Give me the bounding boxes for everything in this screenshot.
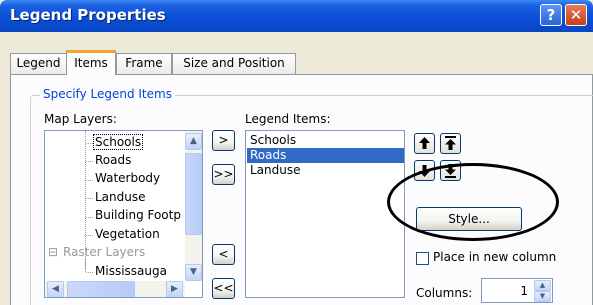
- place-in-new-column-checkbox[interactable]: [416, 252, 429, 265]
- style-button[interactable]: Style...: [416, 207, 522, 231]
- tree-connector-line: [85, 259, 86, 272]
- map-layers-label: Map Layers:: [44, 112, 117, 126]
- add-layer-label: >: [218, 133, 229, 147]
- scroll-up-icon: ▲: [190, 136, 197, 146]
- tab-frame-label: Frame: [125, 56, 163, 70]
- columns-decrement-button[interactable]: ▼: [534, 291, 551, 302]
- remove-all-layers-label: <<: [213, 281, 234, 295]
- decrement-icon: ▼: [539, 292, 546, 300]
- layer-item-mississauga[interactable]: Mississauga: [95, 264, 167, 278]
- scroll-thumb[interactable]: [185, 153, 202, 235]
- add-layer-button[interactable]: >: [212, 130, 235, 151]
- tab-size-and-position-label: Size and Position: [183, 56, 285, 70]
- increment-icon: ▲: [539, 281, 546, 289]
- columns-value[interactable]: 1: [520, 284, 528, 298]
- remove-layer-button[interactable]: <: [212, 244, 235, 265]
- add-all-layers-button[interactable]: >>: [212, 164, 235, 185]
- layer-item-landuse[interactable]: Landuse: [95, 190, 146, 204]
- close-icon: ✕: [569, 6, 583, 24]
- legend-items-label: Legend Items:: [245, 112, 331, 126]
- tab-items[interactable]: Items: [66, 50, 116, 75]
- move-down-icon: [419, 165, 430, 177]
- columns-label: Columns:: [416, 286, 473, 300]
- move-bottom-icon: [445, 164, 456, 178]
- tree-branch: [86, 217, 93, 218]
- remove-layer-label: <: [218, 247, 229, 261]
- move-bottom-button[interactable]: [440, 160, 461, 181]
- expand-collapse-icon[interactable]: ⊟: [48, 245, 58, 259]
- legend-item-schools[interactable]: Schools: [247, 133, 404, 148]
- layer-item-schools[interactable]: Schools: [93, 134, 144, 150]
- tab-legend[interactable]: Legend: [10, 53, 67, 74]
- scroll-left-icon: ◀: [52, 284, 59, 294]
- move-up-icon: [419, 137, 430, 149]
- move-top-button[interactable]: [440, 133, 461, 154]
- tree-branch: [86, 143, 93, 144]
- move-down-button[interactable]: [414, 160, 435, 181]
- tree-branch: [86, 180, 93, 181]
- layer-item-waterbody[interactable]: Waterbody: [95, 171, 160, 185]
- close-button[interactable]: ✕: [565, 4, 587, 26]
- scroll-up-button[interactable]: ▲: [185, 133, 202, 150]
- tab-size-and-position[interactable]: Size and Position: [172, 53, 296, 74]
- move-top-icon: [445, 136, 456, 150]
- remove-all-layers-button[interactable]: <<: [212, 278, 235, 299]
- legend-properties-dialog: Legend Properties ? ✕ Legend Items Frame…: [0, 0, 593, 305]
- scroll-down-button[interactable]: ▼: [185, 264, 202, 281]
- scroll-right-button[interactable]: ▶: [166, 281, 183, 297]
- move-up-button[interactable]: [414, 133, 435, 154]
- columns-increment-button[interactable]: ▲: [534, 280, 551, 291]
- legend-items-list[interactable]: Schools Roads Landuse: [245, 130, 405, 298]
- layer-item-vegetation[interactable]: Vegetation: [95, 227, 160, 241]
- legend-item-landuse[interactable]: Landuse: [247, 163, 404, 178]
- window-title: Legend Properties: [10, 6, 166, 24]
- tree-branch: [86, 235, 93, 236]
- scroll-left-button[interactable]: ◀: [47, 281, 64, 297]
- title-bar: Legend Properties ? ✕: [0, 0, 593, 32]
- layer-group-raster-layers[interactable]: Raster Layers: [63, 245, 145, 259]
- map-layers-vertical-scrollbar[interactable]: ▲ ▼: [185, 131, 202, 281]
- group-title: Specify Legend Items: [40, 87, 175, 101]
- help-button[interactable]: ?: [540, 4, 562, 26]
- tree-branch: [86, 272, 93, 273]
- map-layers-tree[interactable]: Schools Roads Waterbody Landuse Building…: [44, 130, 203, 298]
- layer-item-roads[interactable]: Roads: [95, 153, 131, 167]
- add-all-layers-label: >>: [213, 167, 234, 181]
- layer-item-building-footprints[interactable]: Building Footp: [95, 208, 181, 222]
- scroll-down-icon: ▼: [190, 267, 197, 277]
- place-in-new-column-label: Place in new column: [433, 250, 557, 264]
- tab-legend-label: Legend: [16, 56, 61, 70]
- tree-branch: [86, 198, 93, 199]
- tab-frame[interactable]: Frame: [116, 53, 172, 74]
- columns-spinner[interactable]: 1 ▲ ▼: [481, 278, 553, 303]
- map-layers-horizontal-scrollbar[interactable]: ◀ ▶: [45, 281, 185, 297]
- legend-item-roads[interactable]: Roads: [247, 148, 404, 163]
- scroll-right-icon: ▶: [171, 284, 178, 294]
- tree-branch: [86, 161, 93, 162]
- horizontal-scroll-thumb[interactable]: [67, 281, 135, 297]
- style-button-label: Style...: [448, 212, 490, 226]
- help-icon: ?: [546, 6, 556, 24]
- tab-items-label: Items: [74, 56, 108, 70]
